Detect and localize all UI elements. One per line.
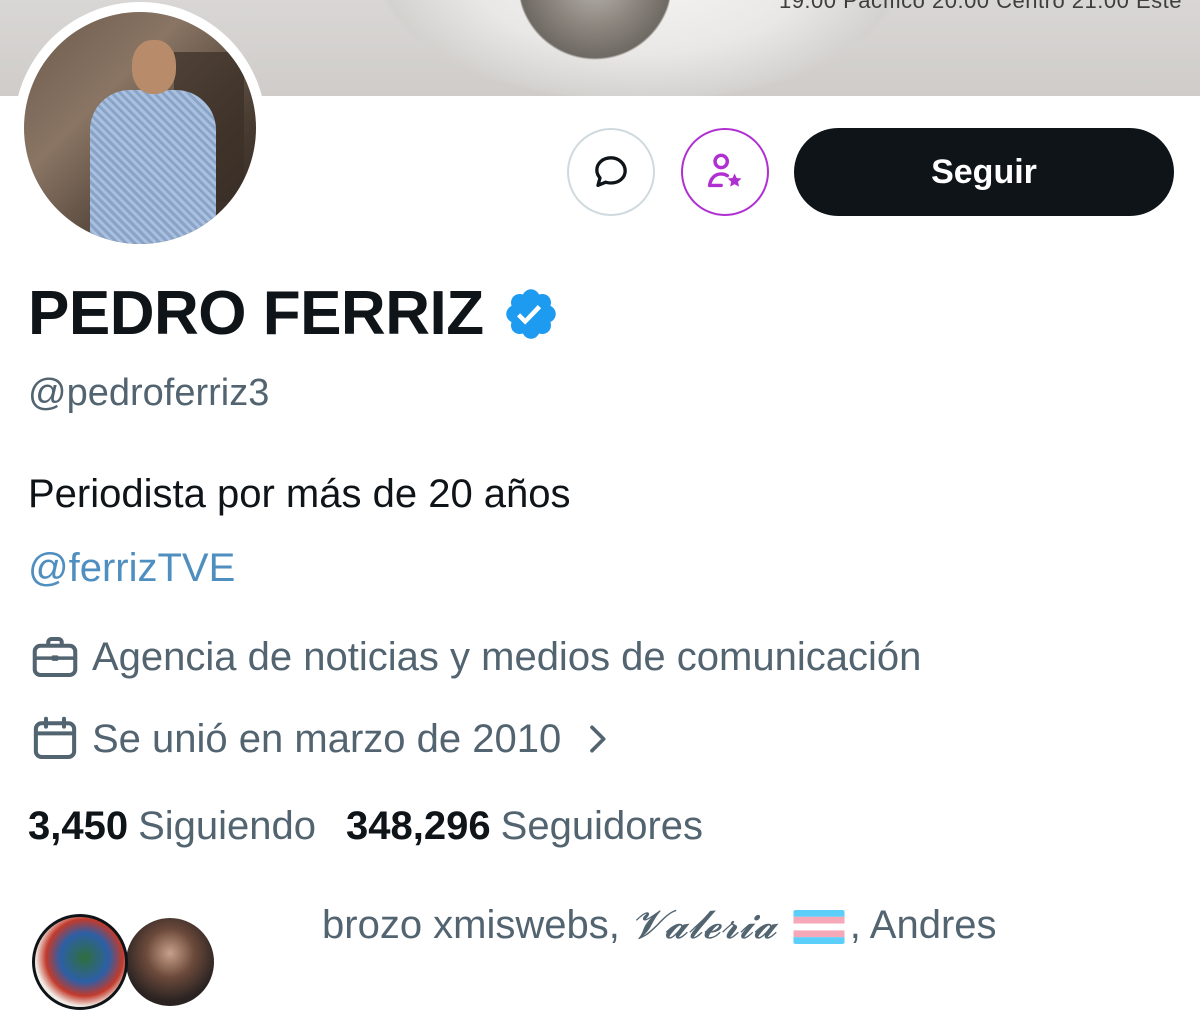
avatar-photo [24,12,256,244]
follower-avatar [32,914,128,1010]
chevron-right-icon [590,725,606,753]
profile-name: PEDRO FERRIZ [28,279,484,348]
followed-by-text[interactable]: brozo xmiswebs, 𝓥𝓪𝓵𝓮𝓻𝓲𝓪 , Andres [322,902,997,948]
follower-avatar [122,914,218,1010]
followed-by-name-valeria: 𝓥𝓪𝓵𝓮𝓻𝓲𝓪 [630,902,777,948]
profile-joined[interactable]: Se unió en marzo de 2010 [28,712,627,766]
profile-bio: Periodista por más de 20 años [28,472,571,516]
message-button[interactable] [567,128,655,216]
profile-joined-label: Se unió en marzo de 2010 [92,716,562,761]
profile-name-row: PEDRO FERRIZ [28,278,560,349]
subscribe-button[interactable] [681,128,769,216]
user-star-icon [707,153,742,188]
profile-avatar[interactable] [14,2,266,254]
verified-badge-icon[interactable] [502,285,560,343]
profile-category-label: Agencia de noticias y medios de comunica… [92,634,922,679]
followers-link[interactable]: 348,296 Seguidores [346,804,703,849]
followed-by-names-rest: , Andres [849,903,997,947]
following-link[interactable]: 3,450 Siguiendo [28,804,316,849]
following-label: Siguiendo [138,804,317,848]
followers-label: Seguidores [500,804,704,848]
profile-stats: 3,450 Siguiendo 348,296 Seguidores [28,804,703,849]
followers-count: 348,296 [346,804,491,848]
message-bubble-icon [595,156,627,187]
bio-mention-link[interactable]: @ferrizTVE [28,546,235,591]
calendar-icon [33,716,77,760]
banner-schedule-text: 19:00 Pacífico 20:00 Centro 21:00 Este [778,0,1182,13]
profile-category: Agencia de noticias y medios de comunica… [28,630,921,684]
followed-by-names: brozo xmiswebs, [322,903,631,947]
followed-by-avatars[interactable] [32,914,232,1010]
following-count: 3,450 [28,804,129,848]
transgender-flag-icon [793,910,845,945]
follow-button[interactable]: Seguir [794,128,1174,216]
profile-handle: @pedroferriz3 [28,372,270,414]
briefcase-icon [32,636,78,678]
